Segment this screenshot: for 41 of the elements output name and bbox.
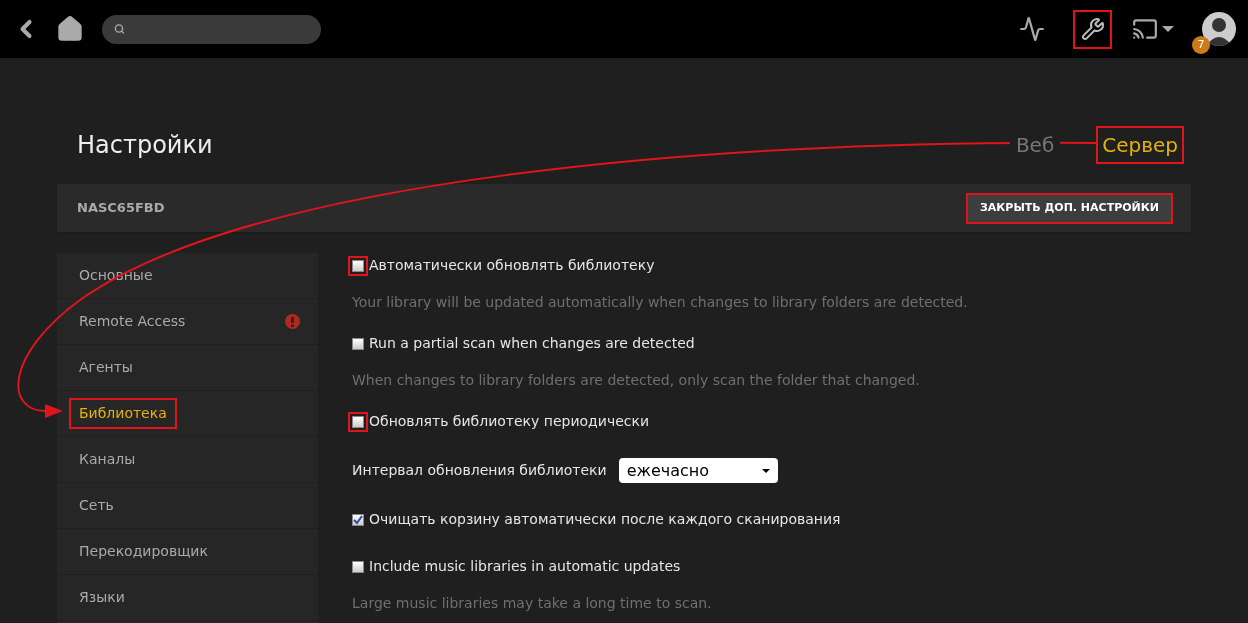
setting-label: Автоматически обновлять библиотеку (369, 256, 655, 275)
server-name: NASC65FBD (77, 199, 165, 218)
interval-select[interactable]: ежечасно (618, 458, 778, 483)
notification-badge: 7 (1192, 36, 1210, 54)
setting-label: Run a partial scan when changes are detected (369, 334, 695, 353)
cast-button[interactable] (1132, 16, 1174, 42)
sidebar-label: Библиотека (69, 398, 177, 429)
search-field[interactable] (102, 14, 321, 44)
setting-description: Large music libraries may take a long time to scan. (352, 594, 713, 613)
sidebar-item[interactable]: Перекодировщик (57, 529, 318, 575)
activity-icon[interactable] (1019, 16, 1045, 42)
sidebar-item[interactable]: Библиотека (57, 391, 318, 437)
tools-button[interactable] (1073, 9, 1112, 49)
sidebar-item[interactable]: Языки (57, 575, 318, 621)
setting-label: Очищать корзину автоматически после каждого сканирования (369, 510, 841, 529)
sidebar-label: Remote Access (78, 312, 187, 331)
page-title: Настройки (77, 130, 213, 161)
close-advanced-button[interactable]: ЗАКРЫТЬ ДОП. НАСТРОЙКИ (968, 194, 1171, 222)
sidebar-label: Агенты (78, 358, 134, 377)
setting-label: Обновлять библиотеку периодически (369, 412, 650, 431)
setting-description: When changes to library folders are detected, only scan the folder that changed. (352, 371, 921, 390)
sidebar-label: Языки (78, 588, 126, 607)
sidebar-item[interactable]: Агенты (57, 345, 318, 391)
sidebar-label: Перекодировщик (78, 542, 209, 561)
setting-description: Your library will be updated automatically when changes to library folders are detected. (352, 293, 969, 312)
user-avatar[interactable] (1202, 12, 1236, 46)
checkbox[interactable] (352, 337, 364, 350)
settings-tab[interactable]: Сервер (1096, 126, 1184, 164)
sidebar-item[interactable]: Каналы (57, 437, 318, 483)
wrench-icon (1080, 17, 1105, 41)
caret-icon (761, 468, 770, 473)
sidebar-label: Сеть (78, 496, 115, 515)
sidebar-item[interactable]: Сеть (57, 483, 318, 529)
sidebar-label: Каналы (78, 450, 137, 469)
search-icon (114, 23, 125, 35)
setting-label: Include music libraries in automatic updates (369, 557, 681, 576)
setting-label: Интервал обновления библиотеки (352, 461, 607, 480)
home-icon[interactable] (56, 15, 84, 43)
checkbox[interactable] (352, 560, 364, 573)
checkbox[interactable] (352, 513, 364, 526)
sidebar-item[interactable]: Remote Access (57, 299, 318, 345)
